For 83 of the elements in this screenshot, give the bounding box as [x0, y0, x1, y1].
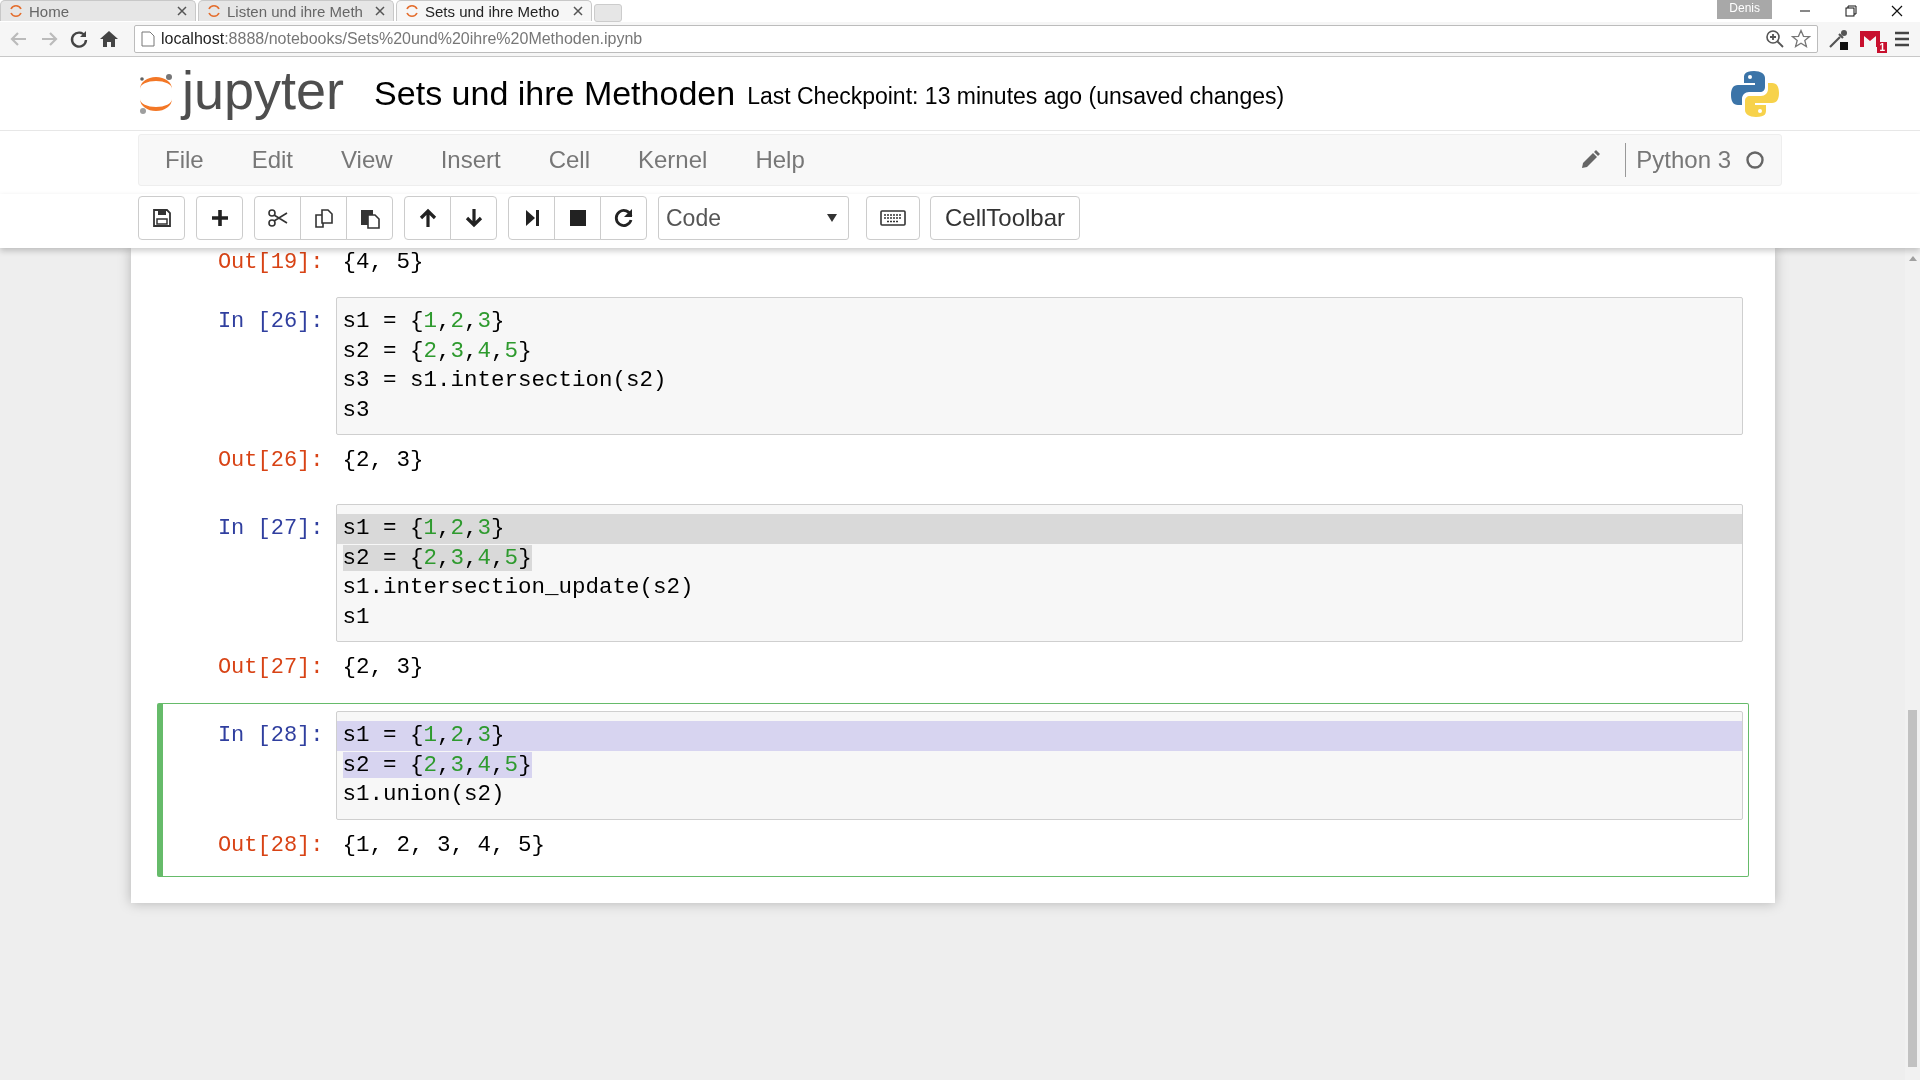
star-icon[interactable]: [1791, 29, 1811, 49]
tab-title: Sets und ihre Metho: [425, 2, 561, 20]
notebook-title[interactable]: Sets und ihre Methoden: [374, 74, 736, 113]
keyboard-button[interactable]: [866, 196, 920, 240]
browser-tab[interactable]: Sets und ihre Metho: [396, 0, 592, 21]
paste-button[interactable]: [346, 196, 393, 240]
code-input[interactable]: s1 = {1,2,3} s2 = {2,3,4,5} s1.intersection_update(s2) s1: [335, 504, 1743, 642]
tab-logo-icon: [207, 4, 221, 18]
kernel-name: Python 3: [1636, 146, 1731, 174]
output-text: {2, 3}: [341, 445, 424, 475]
tab-title: Home: [29, 2, 70, 20]
tab-title: Listen und ihre Meth: [227, 2, 364, 20]
code-input[interactable]: s1 = {1,2,3} s2 = {2,3,4,5} s1.union(s2): [335, 711, 1743, 820]
close-icon[interactable]: [177, 6, 187, 16]
address-field[interactable]: localhost:8888/notebooks/Sets%20und%20ihre%20Methoden.ipynb: [134, 25, 1818, 53]
code-line: s2 = {2,3,4,5}: [342, 337, 532, 364]
notification-badge: 1: [1877, 42, 1887, 53]
keyboard-icon: [880, 209, 906, 227]
reload-icon[interactable]: [68, 28, 90, 50]
close-icon[interactable]: [375, 6, 385, 16]
close-icon[interactable]: [573, 6, 583, 16]
paste-icon: [358, 207, 381, 229]
python-logo-icon: [1730, 68, 1780, 119]
output-text: {2, 3}: [341, 652, 424, 682]
code-line: s1.union(s2): [342, 781, 505, 808]
caret-icon: [826, 213, 838, 223]
save-icon: [150, 207, 173, 229]
code-line: s1 = {1,2,3}: [342, 308, 505, 335]
page-icon: [141, 31, 155, 47]
code-line: s1: [342, 603, 370, 630]
checkpoint-status: Last Checkpoint: 13 minutes ago (unsaved changes): [747, 83, 1285, 110]
mail-icon: [1858, 29, 1882, 49]
copy-button[interactable]: [300, 196, 347, 240]
copy-icon: [312, 207, 335, 229]
menu-item[interactable]: Edit: [251, 146, 294, 174]
tab-logo-icon: [405, 4, 419, 18]
notebook-cell[interactable]: In [27]: s1 = {1,2,3} s2 = {2,3,4,5} s1.intersection_update(s2) s1 Out[27]: {2, 3}: [156, 496, 1749, 700]
output-prompt: Out[27]:: [216, 653, 325, 682]
arrow-down-button[interactable]: [450, 196, 497, 240]
notebook-cell[interactable]: In [28]: s1 = {1,2,3} s2 = {2,3,4,5} s1.union(s2) Out[28]: {1, 2, 3, 4, 5}: [156, 703, 1749, 877]
cell-toolbar-button[interactable]: CellToolbar: [930, 196, 1081, 240]
cut-icon: [266, 207, 289, 229]
input-prompt: In [28]:: [216, 722, 325, 751]
step-forward-button[interactable]: [508, 196, 555, 240]
code-line: s1.intersection_update(s2): [342, 574, 694, 601]
restart-icon: [612, 207, 635, 229]
plus-button[interactable]: [196, 196, 243, 240]
menu-item[interactable]: File: [165, 146, 204, 174]
arrow-up-button[interactable]: [404, 196, 451, 240]
output-text: {4, 5}: [341, 248, 424, 277]
browser-tab[interactable]: Home: [0, 0, 196, 21]
menu-item[interactable]: View: [341, 146, 393, 174]
code-line: s1 = {1,2,3}: [342, 515, 505, 542]
save-button[interactable]: [138, 196, 185, 240]
code-line: s3: [342, 396, 370, 423]
scrollbar-thumb[interactable]: [1908, 710, 1917, 1067]
output-prompt: Out[26]:: [216, 446, 325, 475]
code-line: s3 = s1.intersection(s2): [342, 367, 667, 394]
cell-type-dropdown[interactable]: Code: [658, 196, 849, 240]
notebook-cell[interactable]: Out[19]: {4, 5}: [156, 248, 1749, 286]
address-url: localhost:8888/notebooks/Sets%20und%20ihre%20Methoden.ipynb: [161, 30, 643, 48]
mail-extension-button[interactable]: 1: [1858, 27, 1884, 51]
restart-button[interactable]: [600, 196, 647, 240]
menu-item[interactable]: Help: [755, 146, 805, 174]
browser-tab[interactable]: Listen und ihre Meth: [198, 0, 394, 21]
menu-icon[interactable]: [1892, 29, 1912, 49]
menu-item[interactable]: Cell: [548, 146, 590, 174]
notebook-cell[interactable]: In [26]: s1 = {1,2,3} s2 = {2,3,4,5} s3 = s1.intersection(s2) s3 Out[26]: {2, 3}: [156, 289, 1749, 493]
stop-button[interactable]: [554, 196, 601, 240]
input-prompt: In [26]:: [216, 308, 325, 337]
pencil-icon[interactable]: [1579, 149, 1602, 171]
cut-button[interactable]: [254, 196, 301, 240]
menu-item[interactable]: Kernel: [638, 146, 708, 174]
output-prompt: Out[19]:: [216, 249, 325, 277]
zoom-icon[interactable]: [1765, 29, 1785, 49]
code-line: s1 = {1,2,3}: [342, 722, 505, 749]
tab-logo-icon: [9, 4, 23, 18]
code-input[interactable]: s1 = {1,2,3} s2 = {2,3,4,5} s3 = s1.intersection(s2) s3: [335, 297, 1743, 435]
home-icon[interactable]: [98, 28, 120, 50]
input-prompt: In [27]:: [216, 515, 325, 544]
menu-item[interactable]: Insert: [440, 146, 501, 174]
output-prompt: Out[28]:: [216, 831, 325, 860]
output-text: {1, 2, 3, 4, 5}: [341, 830, 546, 860]
